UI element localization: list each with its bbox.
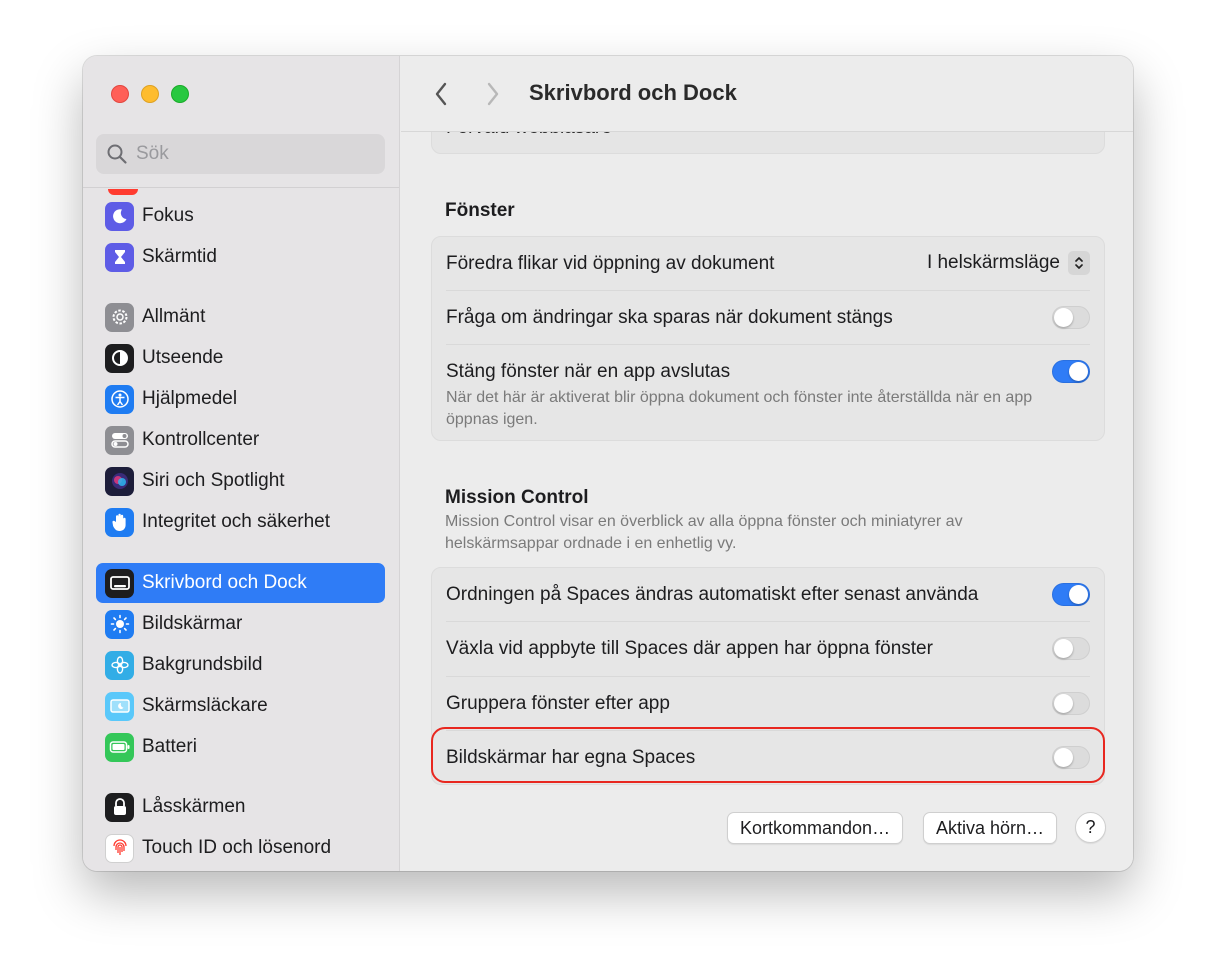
switch-space-row: Växla vid appbyte till Spaces där appen …: [446, 622, 1090, 677]
zoom-button[interactable]: [171, 85, 189, 103]
window-controls: [111, 85, 189, 103]
prefer-tabs-row: Föredra flikar vid öppning av dokument I…: [446, 237, 1090, 291]
switch-space-toggle[interactable]: [1052, 637, 1090, 660]
sun-icon: [105, 609, 134, 639]
sidebar-item-label: Integritet och säkerhet: [142, 511, 330, 532]
sidebar-item-label: Utseende: [142, 347, 224, 368]
mission-control-group: Ordningen på Spaces ändras automatiskt e…: [431, 567, 1105, 785]
moon-icon: [105, 201, 134, 231]
sidebar-item-allmant[interactable]: Allmänt: [96, 297, 385, 337]
fonster-group: Föredra flikar vid öppning av dokument I…: [431, 236, 1105, 441]
sidebar-item-integritet[interactable]: Integritet och säkerhet: [96, 502, 385, 542]
row-description: När det här är aktiverat blir öppna doku…: [446, 389, 1033, 428]
settings-window: Fokus Skärmtid Allmänt Utseende: [83, 56, 1133, 871]
sidebar-item-bakgrundsbild[interactable]: Bakgrundsbild: [96, 645, 385, 685]
dock-icon: [105, 568, 134, 598]
sidebar-item-label: Låsskärmen: [142, 796, 246, 817]
sidebar-item-label: Skärmsläckare: [142, 695, 268, 716]
sidebar: Fokus Skärmtid Allmänt Utseende: [83, 56, 400, 871]
hot-corners-button[interactable]: Aktiva hörn…: [923, 812, 1058, 844]
sidebar-item-label: Touch ID och lösenord: [142, 837, 332, 858]
sidebar-item-utseende[interactable]: Utseende: [96, 338, 385, 378]
toolbar: Skrivbord och Dock: [401, 56, 1133, 132]
sidebar-item-bildskarmar[interactable]: Bildskärmar: [96, 604, 385, 644]
row-label: Fråga om ändringar ska sparas när dokume…: [446, 307, 893, 328]
row-label: Bildskärmar har egna Spaces: [446, 747, 696, 768]
sidebar-item-label: Siri och Spotlight: [142, 470, 285, 491]
fingerprint-icon: [105, 833, 134, 863]
sidebar-item-label: Hjälpmedel: [142, 388, 238, 409]
row-label: Växla vid appbyte till Spaces där appen …: [446, 638, 933, 659]
search-field[interactable]: [96, 134, 385, 174]
search-icon: [107, 144, 127, 164]
section-description: Mission Control visar en överblick av al…: [445, 513, 963, 552]
row-label: Ordningen på Spaces ändras automatiskt e…: [446, 584, 979, 605]
accessibility-icon: [105, 384, 134, 414]
group-windows-toggle[interactable]: [1052, 692, 1090, 715]
sidebar-item-skarmtid[interactable]: Skärmtid: [96, 237, 385, 277]
updown-chevron-icon: [1068, 251, 1090, 275]
hand-icon: [105, 507, 134, 537]
sidebar-item-batteri[interactable]: Batteri: [96, 727, 385, 767]
sidebar-item-fokus[interactable]: Fokus: [96, 196, 385, 236]
shortcuts-button[interactable]: Kortkommandon…: [727, 812, 904, 844]
battery-icon: [105, 732, 134, 762]
separate-spaces-row: Bildskärmar har egna Spaces: [446, 731, 1090, 785]
forward-button[interactable]: [481, 80, 505, 108]
group-windows-row: Gruppera fönster efter app: [446, 677, 1090, 731]
page-title: Skrivbord och Dock: [529, 80, 737, 105]
sidebar-item-label: Bildskärmar: [142, 613, 243, 634]
hourglass-icon: [105, 242, 134, 272]
sidebar-item-label: Batteri: [142, 736, 197, 757]
ask-save-row: Fråga om ändringar ska sparas när dokume…: [446, 291, 1090, 345]
separate-spaces-toggle[interactable]: [1052, 746, 1090, 769]
chevron-left-icon: [435, 82, 447, 106]
ask-save-toggle[interactable]: [1052, 306, 1090, 329]
flower-icon: [105, 650, 134, 680]
select-value: I helskärmsläge: [926, 252, 1060, 273]
search-input[interactable]: [136, 143, 366, 165]
sidebar-item-kontrollcenter[interactable]: Kontrollcenter: [96, 420, 385, 460]
screensaver-icon: [105, 691, 134, 721]
row-label: Föredra flikar vid öppning av dokument: [446, 253, 775, 274]
sidebar-item-label: Skärmtid: [142, 246, 217, 267]
prefer-tabs-select[interactable]: I helskärmsläge: [927, 251, 1090, 275]
minimize-button[interactable]: [141, 85, 159, 103]
partial-icon: [108, 189, 138, 195]
sidebar-item-skrivbord-och-dock[interactable]: Skrivbord och Dock: [96, 563, 385, 603]
auto-rearrange-toggle[interactable]: [1052, 583, 1090, 606]
sidebar-item-siri[interactable]: Siri och Spotlight: [96, 461, 385, 501]
row-label: Stäng fönster när en app avslutas: [446, 361, 731, 382]
help-button[interactable]: ?: [1075, 812, 1106, 843]
sidebar-item-label: Allmänt: [142, 306, 206, 327]
sidebar-item-label: Skrivbord och Dock: [142, 572, 307, 593]
row-label: Gruppera fönster efter app: [446, 693, 670, 714]
sidebar-item-label: Bakgrundsbild: [142, 654, 263, 675]
lock-icon: [105, 792, 134, 822]
sidebar-item-label: Kontrollcenter: [142, 429, 260, 450]
sidebar-item-hjalpmedel[interactable]: Hjälpmedel: [96, 379, 385, 419]
sidebar-divider: [83, 187, 399, 188]
close-button[interactable]: [111, 85, 129, 103]
close-windows-row: Stäng fönster när en app avslutas När de…: [446, 345, 1090, 441]
main-pane: Skrivbord och Dock Förvald webbläsare Fö…: [401, 56, 1133, 871]
sidebar-item-lasskarmen[interactable]: Låsskärmen: [96, 787, 385, 827]
siri-icon: [105, 466, 134, 496]
auto-rearrange-row: Ordningen på Spaces ändras automatiskt e…: [446, 568, 1090, 622]
back-button[interactable]: [429, 80, 453, 108]
sidebar-item-skarmslackare[interactable]: Skärmsläckare: [96, 686, 385, 726]
section-title-mission-control: Mission Control: [445, 487, 589, 508]
gear-icon: [105, 302, 134, 332]
switches-icon: [105, 425, 134, 455]
close-windows-toggle[interactable]: [1052, 360, 1090, 383]
sidebar-item-touch-id[interactable]: Touch ID och lösenord: [96, 828, 385, 868]
chevron-right-icon: [487, 82, 499, 106]
sidebar-item-label: Fokus: [142, 205, 194, 226]
appearance-icon: [105, 343, 134, 373]
section-title-fonster: Fönster: [445, 200, 515, 221]
